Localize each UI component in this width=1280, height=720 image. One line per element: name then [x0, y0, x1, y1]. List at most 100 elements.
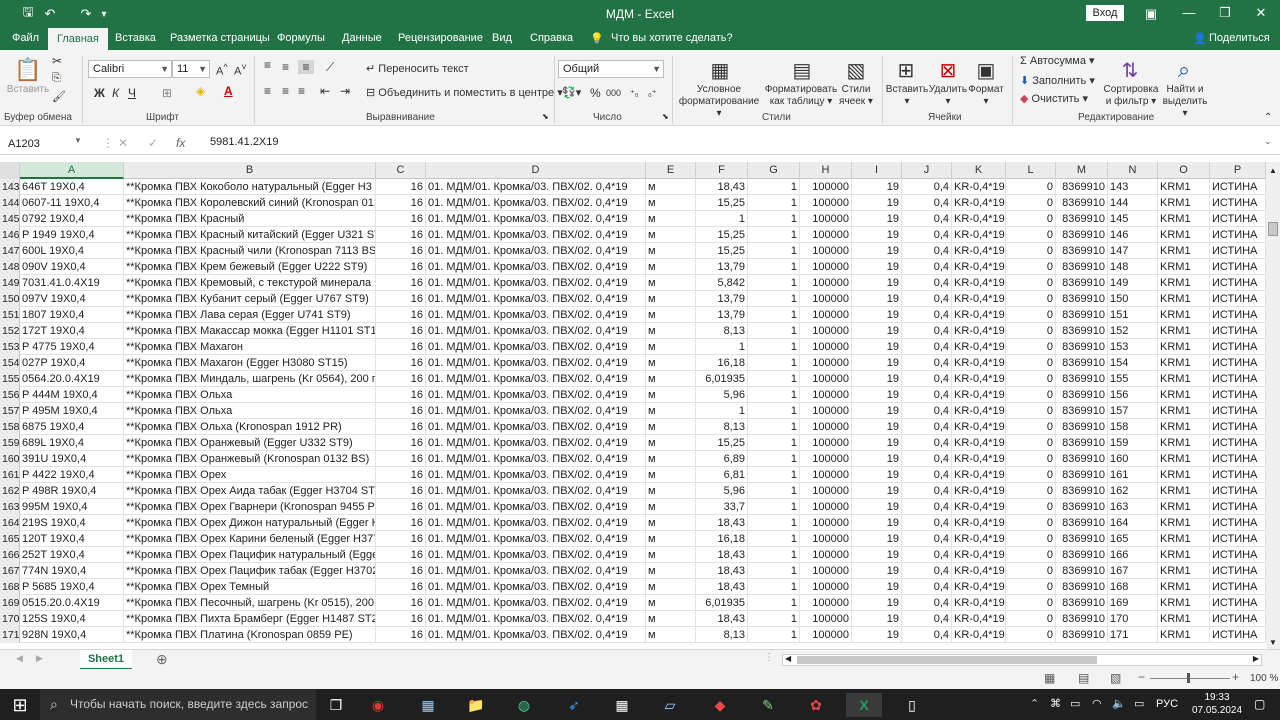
cell-n[interactable]: 146	[1108, 227, 1158, 243]
cell-b[interactable]: **Кромка ПВХ Махагон	[124, 339, 376, 355]
cell-g[interactable]: 1	[748, 259, 800, 275]
cell-a[interactable]: 219S 19X0,4	[20, 515, 124, 531]
cell-k[interactable]: KR-0,4*19	[952, 179, 1006, 195]
column-header[interactable]: P	[1210, 162, 1266, 179]
cell-i[interactable]: 19	[852, 195, 902, 211]
cell-h[interactable]: 100000	[800, 403, 852, 419]
enter-icon[interactable]: ✓	[148, 136, 158, 150]
cell-n[interactable]: 144	[1108, 195, 1158, 211]
cell-o[interactable]: KRM1	[1158, 563, 1210, 579]
decrease-font-icon[interactable]: A˅	[234, 62, 247, 78]
cell-c[interactable]: 16	[376, 467, 426, 483]
format-cells-icon[interactable]: ▣	[972, 56, 1000, 84]
cell-c[interactable]: 16	[376, 499, 426, 515]
cell-d[interactable]: 01. МДМ/01. Кромка/03. ПВХ/02. 0,4*19	[426, 403, 646, 419]
cell-j[interactable]: 0,4	[902, 499, 952, 515]
cell-e[interactable]: м	[646, 275, 696, 291]
cell-h[interactable]: 100000	[800, 195, 852, 211]
cell-m[interactable]: 8369910	[1056, 419, 1108, 435]
row-header[interactable]: 160	[0, 451, 20, 467]
align-top-icon[interactable]: ≡	[264, 58, 271, 72]
cell-g[interactable]: 1	[748, 563, 800, 579]
app-icon[interactable]: ◉	[360, 693, 396, 717]
cell-n[interactable]: 158	[1108, 419, 1158, 435]
cell-n[interactable]: 149	[1108, 275, 1158, 291]
tab-help[interactable]: Справка	[530, 32, 573, 44]
cell-j[interactable]: 0,4	[902, 627, 952, 643]
cell-f[interactable]: 6,01935	[696, 371, 748, 387]
cell-c[interactable]: 16	[376, 515, 426, 531]
cell-c[interactable]: 16	[376, 547, 426, 563]
cell-l[interactable]: 0	[1006, 211, 1056, 227]
cell-m[interactable]: 8369910	[1056, 355, 1108, 371]
row-header[interactable]: 163	[0, 499, 20, 515]
cell-h[interactable]: 100000	[800, 627, 852, 643]
cell-i[interactable]: 19	[852, 243, 902, 259]
app-icon[interactable]: ➶	[556, 693, 592, 717]
cell-g[interactable]: 1	[748, 323, 800, 339]
cell-m[interactable]: 8369910	[1056, 403, 1108, 419]
cell-n[interactable]: 148	[1108, 259, 1158, 275]
cell-h[interactable]: 100000	[800, 323, 852, 339]
row-header[interactable]: 150	[0, 291, 20, 307]
cell-n[interactable]: 166	[1108, 547, 1158, 563]
cell-n[interactable]: 170	[1108, 611, 1158, 627]
cell-p[interactable]: ИСТИНА	[1210, 387, 1266, 403]
paste-icon[interactable]: 📋	[14, 56, 42, 84]
cell-l[interactable]: 0	[1006, 579, 1056, 595]
cell-d[interactable]: 01. МДМ/01. Кромка/03. ПВХ/02. 0,4*19	[426, 611, 646, 627]
cell-o[interactable]: KRM1	[1158, 515, 1210, 531]
tray-icon[interactable]: ▭	[1070, 697, 1080, 710]
cell-m[interactable]: 8369910	[1056, 387, 1108, 403]
row-header[interactable]: 143	[0, 179, 20, 195]
font-name-combo[interactable]: Calibri ▼	[88, 60, 172, 78]
cell-g[interactable]: 1	[748, 291, 800, 307]
format-table-icon[interactable]: ▤	[788, 56, 816, 84]
cell-f[interactable]: 13,79	[696, 307, 748, 323]
align-center-icon[interactable]: ≡	[282, 84, 289, 98]
row-header[interactable]: 170	[0, 611, 20, 627]
cell-e[interactable]: м	[646, 259, 696, 275]
column-header[interactable]: B	[124, 162, 376, 179]
cell-l[interactable]: 0	[1006, 307, 1056, 323]
cell-e[interactable]: м	[646, 595, 696, 611]
cell-k[interactable]: KR-0,4*19	[952, 307, 1006, 323]
cell-p[interactable]: ИСТИНА	[1210, 467, 1266, 483]
comma-style-icon[interactable]: 000	[606, 88, 621, 98]
cell-g[interactable]: 1	[748, 467, 800, 483]
network-icon[interactable]: ⌘	[1050, 697, 1061, 710]
file-explorer-icon[interactable]: 📁	[458, 693, 494, 717]
cell-b[interactable]: **Кромка ПВХ Миндаль, шагрень (Kr 0564),…	[124, 371, 376, 387]
cell-f[interactable]: 1	[696, 339, 748, 355]
zoom-in-icon[interactable]: +	[1232, 670, 1239, 684]
cell-j[interactable]: 0,4	[902, 483, 952, 499]
cell-a[interactable]: 646T 19X0,4	[20, 179, 124, 195]
cell-p[interactable]: ИСТИНА	[1210, 403, 1266, 419]
cell-p[interactable]: ИСТИНА	[1210, 227, 1266, 243]
cell-m[interactable]: 8369910	[1056, 499, 1108, 515]
name-box[interactable]: A1203	[4, 135, 84, 153]
cell-k[interactable]: KR-0,4*19	[952, 195, 1006, 211]
cell-p[interactable]: ИСТИНА	[1210, 259, 1266, 275]
cell-d[interactable]: 01. МДМ/01. Кромка/03. ПВХ/02. 0,4*19	[426, 563, 646, 579]
cell-b[interactable]: **Кромка ПВХ Макассар мокка (Egger H1101…	[124, 323, 376, 339]
cell-k[interactable]: KR-0,4*19	[952, 227, 1006, 243]
insert-cells-icon[interactable]: ⊞	[892, 56, 920, 84]
cell-k[interactable]: KR-0,4*19	[952, 483, 1006, 499]
column-header[interactable]: A	[20, 162, 124, 179]
notifications-icon[interactable]: ▢	[1254, 697, 1265, 711]
cell-g[interactable]: 1	[748, 451, 800, 467]
sort-filter-button[interactable]: Сортировка и фильтр ▾	[1100, 84, 1162, 108]
cell-a[interactable]: 600L 19X0,4	[20, 243, 124, 259]
fill-color-icon[interactable]: ◈	[196, 84, 205, 98]
cell-l[interactable]: 0	[1006, 243, 1056, 259]
find-icon[interactable]: ⌕	[1170, 56, 1198, 84]
cell-l[interactable]: 0	[1006, 467, 1056, 483]
cell-d[interactable]: 01. МДМ/01. Кромка/03. ПВХ/02. 0,4*19	[426, 211, 646, 227]
cell-c[interactable]: 16	[376, 611, 426, 627]
cell-f[interactable]: 13,79	[696, 259, 748, 275]
bold-icon[interactable]: Ж	[94, 86, 105, 100]
cell-c[interactable]: 16	[376, 307, 426, 323]
scroll-thumb[interactable]	[797, 656, 1097, 664]
cell-i[interactable]: 19	[852, 531, 902, 547]
